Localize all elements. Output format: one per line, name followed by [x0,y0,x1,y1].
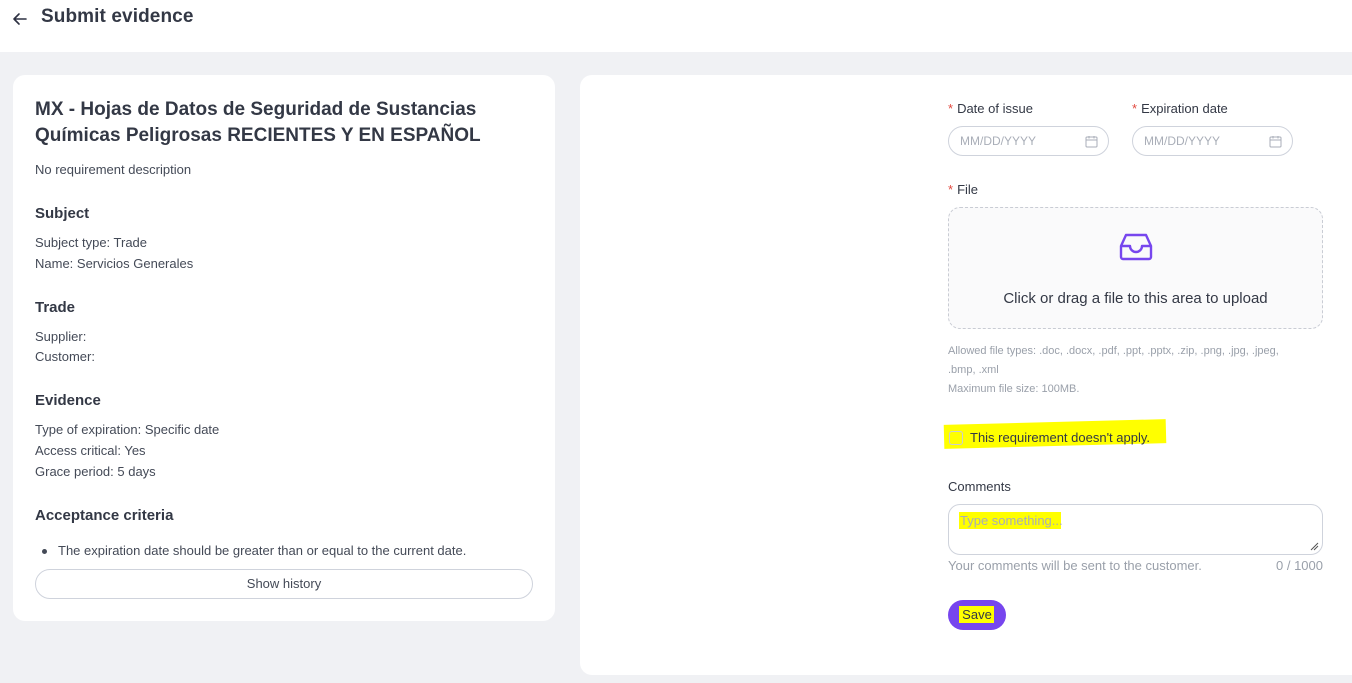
acceptance-criteria-item: The expiration date should be greater th… [42,543,466,558]
allowed-file-types: Allowed file types: .doc, .docx, .pdf, .… [948,345,1279,357]
subject-name: Name: Servicios Generales [35,256,194,271]
evidence-heading: Evidence [35,392,101,409]
file-label: * File [948,182,979,197]
evidence-grace-period: Grace period: 5 days [35,464,156,479]
calendar-icon[interactable] [1085,135,1098,148]
comments-hint: Your comments will be sent to the custom… [948,558,1202,573]
subject-heading: Subject [35,205,90,222]
save-button[interactable]: Save [948,600,1006,630]
resize-handle-icon[interactable] [1310,542,1319,551]
date-of-issue-label: * Date of issue [948,101,1033,116]
required-mark: * [948,101,954,116]
not-apply-checkbox[interactable] [949,431,963,445]
comments-counter: 0 / 1000 [1276,558,1323,573]
expiration-date-input[interactable]: MM/DD/YYYY [1132,126,1293,156]
required-mark: * [1132,101,1138,116]
save-button-label: Save [962,607,992,622]
show-history-button[interactable]: Show history [35,569,533,599]
evidence-expiration-type: Type of expiration: Specific date [35,422,220,437]
not-apply-label[interactable]: This requirement doesn't apply. [970,430,1150,445]
trade-customer: Customer: [35,349,95,364]
evidence-form-card: * Date of issue MM/DD/YYYY * Expiration da… [580,75,1352,675]
expiration-date-placeholder: MM/DD/YYYY [1144,134,1221,148]
date-of-issue-input[interactable]: MM/DD/YYYY [948,126,1109,156]
expiration-date-label: * Expiration date [1132,101,1228,116]
max-file-size: Maximum file size: 100MB. [948,383,1080,395]
upload-instructions: Click or drag a file to this area to upl… [1003,290,1268,307]
requirement-title: MX - Hojas de Datos de Seguridad de Sust… [35,99,481,146]
comments-textarea[interactable]: Type something... [948,504,1323,555]
top-bar: Submit evidence [0,0,1352,52]
page-title: Submit evidence [41,6,194,27]
subject-type: Subject type: Trade [35,235,148,250]
requirement-description: No requirement description [35,162,192,177]
trade-heading: Trade [35,299,76,316]
trade-supplier: Supplier: [35,329,87,344]
calendar-icon[interactable] [1269,135,1282,148]
acceptance-heading: Acceptance criteria [35,507,174,524]
arrow-left-icon[interactable] [10,9,30,29]
evidence-access-critical: Access critical: Yes [35,443,146,458]
allowed-file-types-cont: .bmp, .xml [948,364,999,376]
comments-placeholder: Type something... [960,513,1063,528]
required-mark: * [948,182,954,197]
requirement-details-card: MX - Hojas de Datos de Seguridad de Sust… [13,75,555,621]
file-upload-dropzone[interactable]: Click or drag a file to this area to upl… [948,207,1323,329]
comments-label: Comments [948,479,1011,494]
date-of-issue-placeholder: MM/DD/YYYY [960,134,1037,148]
inbox-icon [1119,233,1153,261]
